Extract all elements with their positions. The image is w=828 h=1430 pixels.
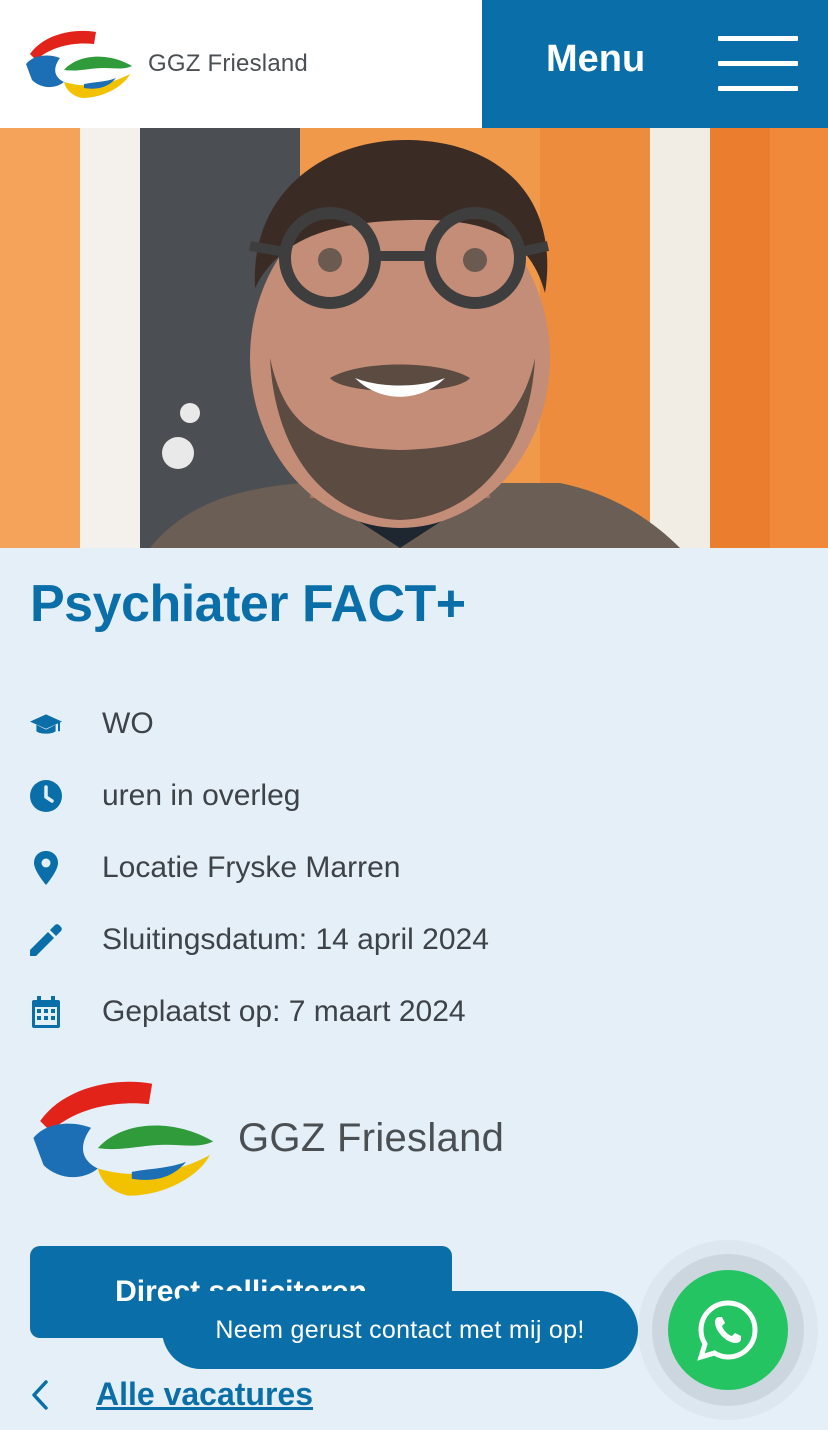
hero-photo [0, 128, 828, 548]
employer-name: GGZ Friesland [238, 1115, 505, 1160]
menu-button[interactable]: Menu [482, 0, 828, 128]
pencil-icon [30, 924, 62, 956]
chevron-left-icon [32, 1379, 48, 1410]
detail-text: uren in overleg [102, 779, 301, 812]
clock-icon [30, 780, 62, 812]
detail-hours: uren in overleg [30, 760, 790, 832]
ggz-logo-icon [33, 1081, 214, 1196]
vacancy-details-list: WO uren in overleg Locatie Fryske Marren… [30, 688, 790, 1048]
menu-label: Menu [546, 38, 646, 80]
whatsapp-button[interactable] [668, 1270, 788, 1390]
brand-name: GGZ Friesland [148, 50, 308, 77]
detail-posted-date: Geplaatst op: 7 maart 2024 [30, 976, 790, 1048]
detail-education: WO [30, 688, 790, 760]
vacancy-title: Psychiater FACT+ [30, 575, 466, 633]
whatsapp-icon [697, 1300, 758, 1361]
location-pin-icon [30, 851, 62, 885]
all-vacancies-label: Alle vacatures [96, 1376, 314, 1412]
detail-closing-date: Sluitingsdatum: 14 april 2024 [30, 904, 790, 976]
graduation-cap-icon [30, 708, 62, 740]
brand-logo-link[interactable]: GGZ Friesland [24, 22, 308, 106]
detail-text: Sluitingsdatum: 14 april 2024 [102, 923, 489, 956]
site-header: GGZ Friesland Menu [0, 0, 828, 128]
ggz-logo-icon [26, 30, 132, 98]
detail-location: Locatie Fryske Marren [30, 832, 790, 904]
contact-bubble[interactable]: Neem gerust contact met mij op! [162, 1291, 638, 1369]
detail-text: Locatie Fryske Marren [102, 851, 401, 884]
calendar-icon [30, 996, 62, 1028]
detail-text: WO [102, 707, 154, 740]
employer-logo: GGZ Friesland [30, 1070, 504, 1206]
portrait-image [0, 128, 828, 548]
hamburger-icon [718, 36, 798, 92]
all-vacancies-link[interactable]: Alle vacatures [30, 1376, 313, 1413]
detail-text: Geplaatst op: 7 maart 2024 [102, 995, 466, 1028]
